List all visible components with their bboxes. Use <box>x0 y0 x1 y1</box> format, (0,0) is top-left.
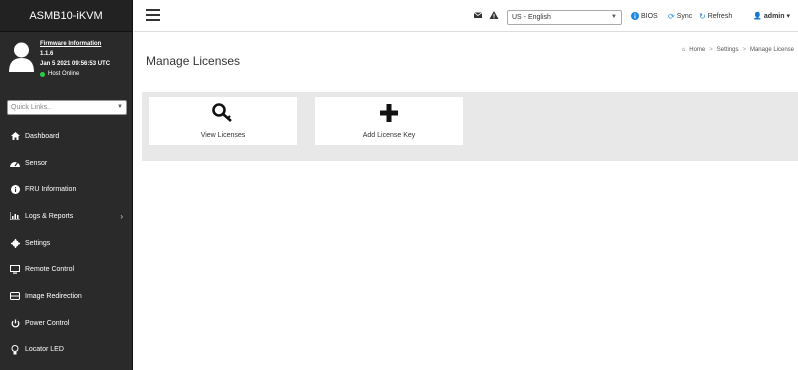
refresh-icon: ↻ <box>699 12 706 21</box>
add-license-key-tile[interactable]: Add License Key <box>315 97 463 145</box>
monitor-icon <box>10 265 20 275</box>
chevron-down-icon: ▼ <box>611 14 617 20</box>
view-licenses-tile[interactable]: View Licenses <box>149 97 297 145</box>
disk-icon <box>10 291 20 301</box>
sidebar-item-settings[interactable]: Settings <box>0 230 133 257</box>
user-menu[interactable]: 👤 admin ▾ <box>753 12 790 20</box>
gear-icon <box>10 238 20 248</box>
sidebar-item-locator-led[interactable]: Locator LED <box>0 337 133 364</box>
sidebar-item-logs-reports[interactable]: Logs & Reports › <box>0 203 133 230</box>
host-status-label: Host Online <box>48 71 80 77</box>
sidebar-item-label: Logs & Reports <box>25 212 74 220</box>
sidebar-item-label: Settings <box>25 239 51 247</box>
breadcrumb-current: Manage License <box>749 47 794 53</box>
host-status: Host Online <box>40 69 110 79</box>
top-header: US - English ▼ BIOS ⟳ Sync ↻ Refresh 👤 a… <box>134 0 798 32</box>
user-avatar-icon <box>9 42 34 72</box>
sync-label: Sync <box>676 13 693 20</box>
brand-title: ASMB10-iKVM <box>0 0 132 32</box>
sidebar-item-image-redirection[interactable]: Image Redirection <box>0 283 133 310</box>
chart-icon <box>10 211 20 221</box>
envelope-icon[interactable] <box>473 10 483 20</box>
info-icon <box>631 12 639 20</box>
breadcrumb-home[interactable]: Home <box>689 47 705 53</box>
status-dot-icon <box>40 71 45 77</box>
sidebar-item-sensor[interactable]: Sensor <box>0 150 133 177</box>
sidebar-item-power-control[interactable]: Power Control <box>0 310 133 337</box>
user-icon: 👤 <box>753 13 762 20</box>
firmware-info-link[interactable]: Firmware Information <box>40 39 110 49</box>
power-icon <box>10 318 20 328</box>
sidebar-item-label: Dashboard <box>25 132 60 140</box>
sidebar-item-label: Power Control <box>25 319 70 327</box>
warning-icon[interactable] <box>489 10 499 20</box>
sidebar-item-label: Locator LED <box>25 346 64 354</box>
license-actions-panel: View Licenses Add License Key <box>142 92 798 161</box>
add-license-key-label: Add License Key <box>362 132 416 139</box>
system-datetime: Jan 5 2021 09:56:53 UTC <box>40 61 111 67</box>
language-select[interactable]: US - English ▼ <box>507 10 622 25</box>
home-icon: ⌂ <box>681 47 686 53</box>
user-panel: Firmware Information 1.1.6 Jan 5 2021 09… <box>0 32 132 94</box>
sidebar-item-label: Image Redirection <box>25 292 82 300</box>
breadcrumb-separator: > <box>709 47 713 53</box>
bulb-icon <box>10 344 20 355</box>
quick-links-placeholder: Quick Links.. <box>11 104 52 111</box>
breadcrumb: ⌂ Home > Settings > Manage License <box>682 47 794 53</box>
sidebar-item-label: FRU Information <box>25 186 77 194</box>
page-title: Manage Licenses <box>146 54 241 68</box>
quick-links-select[interactable]: Quick Links.. ▼ <box>7 100 127 115</box>
sync-link[interactable]: ⟳ Sync <box>668 12 692 21</box>
refresh-link[interactable]: ↻ Refresh <box>699 12 732 21</box>
language-value: US - English <box>512 14 551 21</box>
bios-link[interactable]: BIOS <box>631 12 658 20</box>
chevron-right-icon: › <box>120 211 123 221</box>
main-content: Manage Licenses ⌂ Home > Settings > Mana… <box>134 33 798 370</box>
refresh-label: Refresh <box>707 13 733 20</box>
plus-icon <box>380 104 398 122</box>
info-icon <box>10 185 20 195</box>
sidebar-item-label: Sensor <box>25 159 48 167</box>
bios-label: BIOS <box>641 12 658 20</box>
caret-down-icon: ▾ <box>786 13 790 20</box>
sidebar-item-remote-control[interactable]: Remote Control <box>0 256 133 283</box>
user-name: admin <box>763 13 785 20</box>
key-icon <box>212 103 232 122</box>
home-icon <box>10 131 20 141</box>
sidebar-item-fru-information[interactable]: FRU Information <box>0 176 133 203</box>
sync-icon: ⟳ <box>668 12 675 21</box>
sidebar: ASMB10-iKVM Firmware Information 1.1.6 J… <box>0 0 133 370</box>
sensor-icon <box>10 158 20 168</box>
menu-toggle-icon[interactable] <box>146 9 160 21</box>
view-licenses-label: View Licenses <box>200 132 246 139</box>
chevron-down-icon: ▼ <box>117 104 123 110</box>
breadcrumb-separator: > <box>742 47 746 53</box>
sidebar-menu: Dashboard Sensor FRU Information Logs & … <box>0 123 133 363</box>
breadcrumb-settings[interactable]: Settings <box>717 47 739 53</box>
firmware-version: 1.1.6 <box>40 51 54 57</box>
sidebar-item-dashboard[interactable]: Dashboard <box>0 123 133 150</box>
sidebar-item-label: Remote Control <box>25 266 75 274</box>
